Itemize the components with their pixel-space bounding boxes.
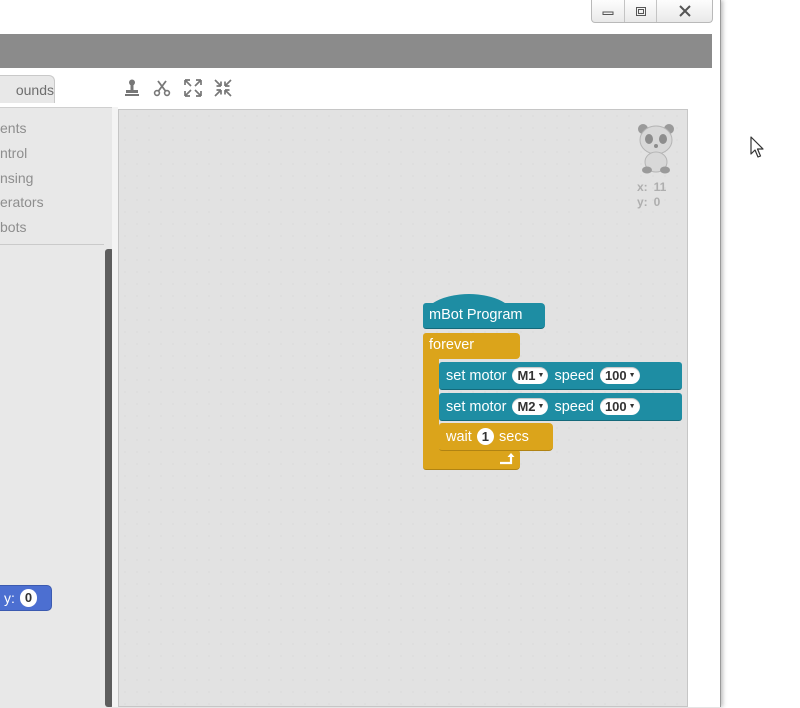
forever-label: forever <box>429 337 475 353</box>
category-control[interactable]: ntrol <box>0 145 27 161</box>
motor-port-dropdown[interactable]: M2 ▼ <box>512 398 549 415</box>
hat-label: mBot Program <box>429 307 523 323</box>
menu-bar <box>0 34 712 68</box>
mouse-cursor-icon <box>750 136 764 158</box>
restore-icon <box>635 6 646 16</box>
wait-label: wait <box>446 428 472 445</box>
window-controls <box>591 0 713 23</box>
x-label: x: <box>637 180 648 194</box>
wait-unit-label: secs <box>499 428 529 445</box>
toolbar-area <box>0 68 712 108</box>
shrink-icon[interactable] <box>213 78 233 98</box>
palette-divider <box>0 244 104 245</box>
speed-dropdown[interactable]: 100 ▼ <box>599 367 640 384</box>
duplicate-stamp-icon[interactable] <box>122 78 142 98</box>
dropdown-arrow-icon: ▼ <box>628 372 636 379</box>
set-motor-block-m2[interactable]: set motor M2 ▼ speed 100 ▼ <box>439 393 682 421</box>
minimize-button[interactable] <box>592 0 624 22</box>
category-sensing[interactable]: nsing <box>0 170 33 186</box>
dropdown-arrow-icon: ▼ <box>537 403 545 410</box>
wait-block[interactable]: wait 1 secs <box>439 423 553 451</box>
x-value: 11 <box>653 180 667 194</box>
set-motor-label: set motor <box>446 367 507 384</box>
motor-port-dropdown[interactable]: M1 ▼ <box>512 367 549 384</box>
close-button[interactable] <box>656 0 712 22</box>
panda-sprite-icon <box>638 124 674 174</box>
loop-arrow-icon <box>500 453 515 465</box>
right-margin <box>688 107 704 707</box>
speed-dropdown[interactable]: 100 ▼ <box>599 398 640 415</box>
speed-label: speed <box>554 398 594 415</box>
wait-seconds-input[interactable]: 1 <box>476 428 495 445</box>
dropdown-arrow-icon: ▼ <box>628 403 636 410</box>
speed-label: speed <box>554 367 594 384</box>
dropdown-arrow-icon: ▼ <box>537 372 545 379</box>
sprite-y-readout: y: 0 <box>637 195 660 209</box>
set-motor-block-m1[interactable]: set motor M1 ▼ speed 100 ▼ <box>439 362 682 390</box>
speed-value: 100 <box>604 399 627 414</box>
grow-icon[interactable] <box>183 78 203 98</box>
y-label: y: <box>637 195 648 209</box>
motor-port-value: M1 <box>517 368 536 383</box>
category-operators[interactable]: erators <box>0 194 44 210</box>
minimize-icon <box>602 11 614 15</box>
go-to-xy-label: y: <box>4 590 15 606</box>
app-window: ounds ents ntrol nsing erators bots y: 0 <box>0 0 721 708</box>
category-robots[interactable]: bots <box>0 219 26 235</box>
speed-value: 100 <box>604 368 627 383</box>
go-to-xy-block[interactable]: y: 0 <box>0 585 52 611</box>
set-motor-label: set motor <box>446 398 507 415</box>
block-palette: ents ntrol nsing erators bots <box>0 107 112 708</box>
forever-arm <box>423 359 439 449</box>
restore-button[interactable] <box>624 0 656 22</box>
tab-sounds-label: ounds <box>15 82 54 98</box>
close-icon <box>678 5 691 17</box>
y-value: 0 <box>653 195 661 209</box>
tab-sounds[interactable]: ounds <box>0 75 55 103</box>
motor-port-value: M2 <box>517 399 536 414</box>
mbot-program-hat-block[interactable]: mBot Program <box>423 294 545 329</box>
go-to-xy-input[interactable]: 0 <box>19 589 38 607</box>
category-events[interactable]: ents <box>0 120 26 136</box>
delete-scissors-icon[interactable] <box>152 78 172 98</box>
sprite-x-readout: x: 11 <box>637 180 666 194</box>
